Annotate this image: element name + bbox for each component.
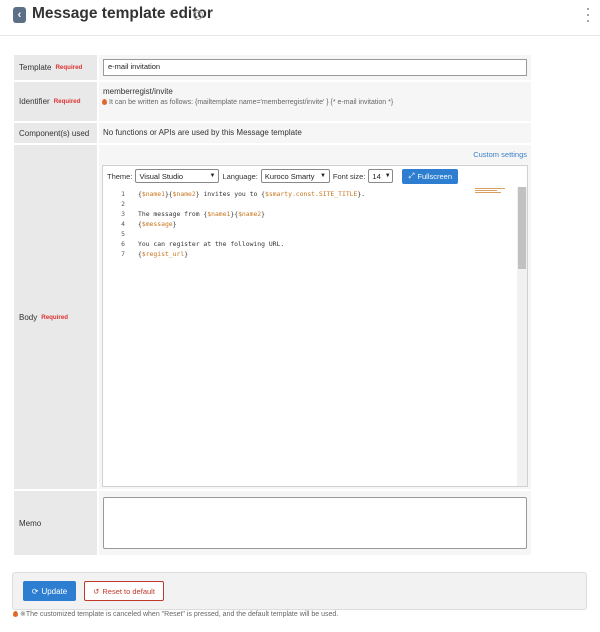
editor-scrollbar[interactable] xyxy=(517,187,527,486)
code-text: The message from {$name1}{$name2} xyxy=(138,210,266,218)
font-size-select[interactable]: 14 ▼ xyxy=(368,169,394,183)
components-cell: No functions or APIs are used by this Me… xyxy=(99,123,531,143)
lightbulb-icon xyxy=(13,611,18,618)
line-number: 2 xyxy=(121,200,125,208)
line-number: 5 xyxy=(121,230,125,238)
page-title: Message template editor xyxy=(32,5,213,22)
components-value: No functions or APIs are used by this Me… xyxy=(103,128,302,137)
language-select[interactable]: Kuroco Smarty ▼ xyxy=(260,169,330,183)
code-line[interactable]: 5 xyxy=(103,230,517,240)
body-label: Body Required xyxy=(14,145,97,489)
editor-toolbar: Theme: Visual Studio ▼ Language: Kuroco S… xyxy=(103,166,527,186)
code-line[interactable]: 3 The message from {$name1}{$name2} xyxy=(103,210,517,220)
chevron-left-icon: ‹ xyxy=(17,8,22,21)
identifier-value: memberregist/invite xyxy=(103,87,173,96)
lightbulb-icon xyxy=(102,99,107,106)
code-text: You can register at the following URL. xyxy=(138,240,285,248)
template-cell: e-mail invitation xyxy=(99,55,531,80)
code-line[interactable]: 4 {$message} xyxy=(103,220,517,230)
identifier-cell: memberregist/invite It can be written as… xyxy=(99,82,531,121)
more-options-icon[interactable] xyxy=(586,8,590,22)
code-text: {$name1}{$name2} invites you to {$smarty… xyxy=(138,190,366,198)
line-number: 7 xyxy=(121,250,125,258)
chevron-down-icon: ▼ xyxy=(209,173,216,179)
editor-scrollbar-thumb[interactable] xyxy=(518,187,526,269)
code-text: {$regist_url} xyxy=(138,250,189,258)
custom-settings-link[interactable]: Custom settings xyxy=(473,150,527,159)
code-line[interactable]: 7 {$regist_url} xyxy=(103,250,517,260)
body-cell: Custom settings Theme: Visual Studio ▼ La… xyxy=(99,145,531,489)
reset-to-default-button[interactable]: ↺ Reset to default xyxy=(84,581,164,601)
memo-label: Memo xyxy=(14,491,97,555)
line-number: 1 xyxy=(121,190,125,198)
fullscreen-button[interactable]: ⤢ Fullscreen xyxy=(402,168,459,184)
update-button[interactable]: ⟳ Update xyxy=(23,581,76,601)
help-icon[interactable]: ? xyxy=(193,10,203,20)
back-button[interactable]: ‹ xyxy=(13,7,26,23)
template-form: Template Required e-mail invitation Iden… xyxy=(14,55,531,555)
reset-note: ※The customized template is canceled whe… xyxy=(13,610,338,618)
required-badge: Required xyxy=(53,98,81,105)
chevron-down-icon: ▼ xyxy=(319,173,326,179)
line-number: 4 xyxy=(121,220,125,228)
font-size-label: Font size: xyxy=(332,171,366,181)
template-name-input[interactable]: e-mail invitation xyxy=(103,59,527,76)
code-line[interactable]: 6 You can register at the following URL. xyxy=(103,240,517,250)
chevron-down-icon: ▼ xyxy=(384,173,391,179)
language-label: Language: xyxy=(222,171,258,181)
identifier-label: Identifier Required xyxy=(14,82,97,121)
code-line[interactable]: 1 {$name1}{$name2} invites you to {$smart… xyxy=(103,190,517,200)
required-badge: Required xyxy=(55,64,83,71)
page-header: ‹ Message template editor ? xyxy=(0,0,600,36)
line-number: 6 xyxy=(121,240,125,248)
editor-minimap[interactable] xyxy=(475,188,507,196)
line-number: 3 xyxy=(121,210,125,218)
memo-textarea[interactable] xyxy=(103,497,527,549)
required-badge: Required xyxy=(41,313,69,321)
memo-cell xyxy=(99,491,531,555)
components-label: Component(s) used xyxy=(14,123,97,143)
undo-icon: ↺ xyxy=(93,586,100,596)
action-bar: ⟳ Update ↺ Reset to default xyxy=(12,572,587,610)
theme-label: Theme: xyxy=(107,171,133,181)
code-area[interactable]: 1 {$name1}{$name2} invites you to {$smart… xyxy=(103,186,517,486)
template-label: Template Required xyxy=(14,55,97,80)
theme-select[interactable]: Visual Studio ▼ xyxy=(135,169,220,183)
code-line[interactable]: 2 xyxy=(103,200,517,210)
code-editor[interactable]: Theme: Visual Studio ▼ Language: Kuroco S… xyxy=(102,165,528,487)
identifier-hint: It can be written as follows: {mailtempl… xyxy=(102,99,393,106)
code-text: {$message} xyxy=(138,220,177,228)
refresh-icon: ⟳ xyxy=(31,586,39,596)
expand-icon: ⤢ xyxy=(408,171,415,180)
